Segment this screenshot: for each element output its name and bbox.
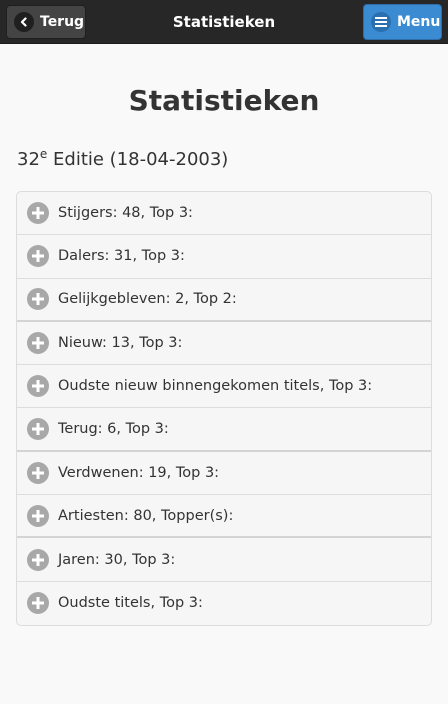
plus-circle-icon: [27, 548, 49, 571]
plus-circle-icon: [27, 202, 49, 225]
edition-heading: 32e Editie (18-04-2003): [17, 147, 228, 170]
list-item-label: Oudste titels, Top 3:: [58, 595, 203, 612]
plus-circle-icon: [27, 461, 49, 484]
list-item-verdwenen[interactable]: Verdwenen: 19, Top 3:: [17, 452, 431, 496]
list-item-label: Nieuw: 13, Top 3:: [58, 335, 183, 352]
plus-circle-icon: [27, 592, 49, 615]
edition-number: 32: [17, 149, 40, 170]
page-title: Statistieken: [128, 84, 320, 117]
plus-circle-icon: [27, 288, 49, 311]
menu-button[interactable]: Menu: [363, 4, 442, 40]
list-item-jaren[interactable]: Jaren: 30, Top 3:: [17, 538, 431, 582]
plus-circle-icon: [27, 332, 49, 355]
list-item-label: Dalers: 31, Top 3:: [58, 248, 185, 265]
list-item-label: Artiesten: 80, Topper(s):: [58, 507, 234, 524]
header-bar: Terug Statistieken Menu: [0, 0, 448, 44]
menu-button-label: Menu: [397, 14, 441, 30]
list-item-nieuw[interactable]: Nieuw: 13, Top 3:: [17, 322, 431, 366]
list-item-label: Stijgers: 48, Top 3:: [58, 205, 193, 222]
list-item-label: Gelijkgebleven: 2, Top 2:: [58, 291, 237, 308]
list-item-oudste-titels[interactable]: Oudste titels, Top 3:: [17, 582, 431, 625]
list-item-label: Terug: 6, Top 3:: [58, 421, 169, 438]
list-item-label: Jaren: 30, Top 3:: [58, 551, 176, 568]
edition-text: Editie (18-04-2003): [47, 149, 229, 170]
plus-circle-icon: [27, 375, 49, 398]
plus-circle-icon: [27, 245, 49, 268]
hamburger-icon: [371, 12, 391, 32]
list-item-stijgers[interactable]: Stijgers: 48, Top 3:: [17, 192, 431, 236]
statistics-list: Stijgers: 48, Top 3: Dalers: 31, Top 3: …: [16, 191, 432, 626]
list-item-gelijkgebleven[interactable]: Gelijkgebleven: 2, Top 2:: [17, 279, 431, 322]
list-item-dalers[interactable]: Dalers: 31, Top 3:: [17, 235, 431, 279]
list-item-label: Verdwenen: 19, Top 3:: [58, 464, 220, 481]
list-item-oudste-nieuw[interactable]: Oudste nieuw binnengekomen titels, Top 3…: [17, 365, 431, 409]
list-item-artiesten[interactable]: Artiesten: 80, Topper(s):: [17, 495, 431, 539]
list-item-terug[interactable]: Terug: 6, Top 3:: [17, 408, 431, 452]
plus-circle-icon: [27, 504, 49, 527]
list-item-label: Oudste nieuw binnengekomen titels, Top 3…: [58, 378, 373, 395]
plus-circle-icon: [27, 418, 49, 441]
